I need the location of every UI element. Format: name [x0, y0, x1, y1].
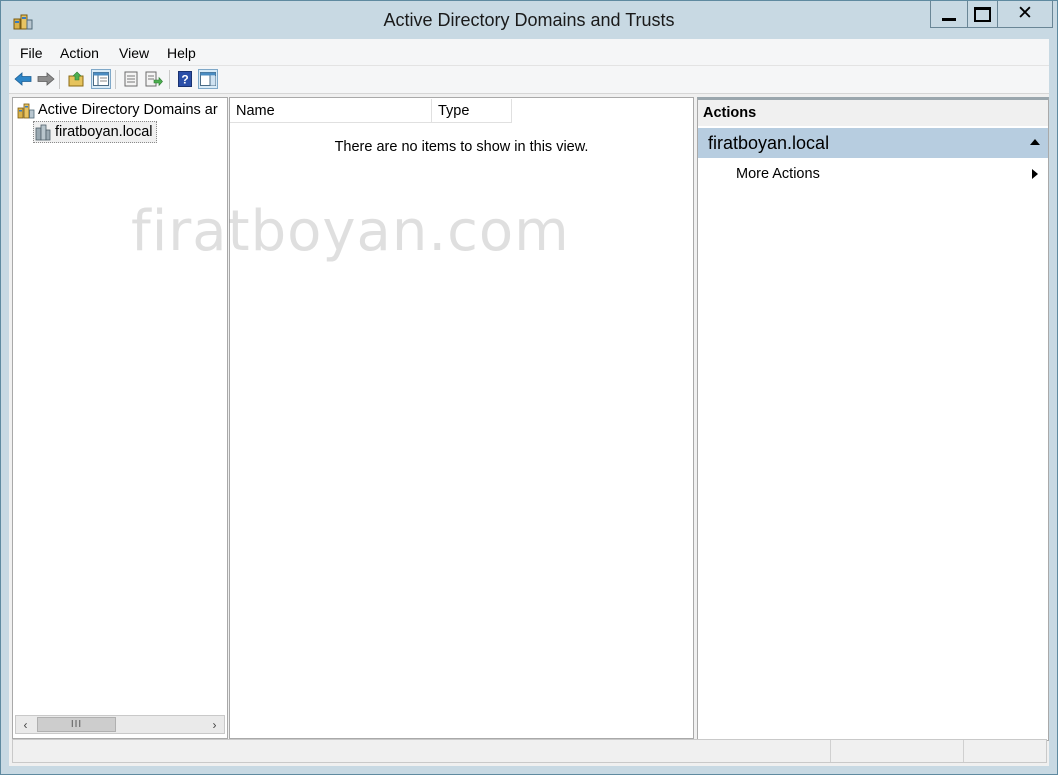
help-button[interactable]: ? [175, 69, 195, 89]
tree-horizontal-scrollbar[interactable]: ‹ III › [15, 715, 225, 734]
status-segment [963, 740, 964, 762]
submenu-arrow-icon[interactable] [1032, 169, 1038, 179]
actions-section-title: firatboyan.local [708, 132, 830, 153]
actions-pane-header: Actions [698, 100, 1048, 126]
actions-pane: Actions firatboyan.local More Actions [697, 97, 1049, 741]
tree-root-label: Active Directory Domains ar [38, 102, 218, 118]
toolbar: ? [9, 66, 1049, 94]
scroll-left-button[interactable]: ‹ [16, 716, 35, 733]
tree-node-domain[interactable]: firatboyan.local [33, 121, 157, 143]
help-icon: ? [178, 71, 192, 87]
column-header-name[interactable]: Name [230, 99, 432, 123]
tree-root-node[interactable]: Active Directory Domains ar [17, 101, 227, 119]
domains-trusts-icon [17, 103, 35, 118]
menu-help[interactable]: Help [167, 45, 196, 61]
up-folder-icon [68, 71, 84, 87]
toolbar-separator [59, 70, 60, 89]
window-title: Active Directory Domains and Trusts [383, 10, 675, 30]
scrollbar-thumb[interactable]: III [37, 717, 116, 732]
export-list-button[interactable] [144, 69, 164, 89]
properties-button[interactable] [121, 69, 141, 89]
client-area: File Action View Help ? Active Directory… [9, 39, 1049, 766]
menu-file[interactable]: File [20, 45, 43, 61]
tree-node-domain-label: firatboyan.local [55, 124, 153, 140]
forward-button[interactable] [36, 69, 56, 89]
more-actions-item[interactable]: More Actions [736, 166, 820, 182]
back-button[interactable] [13, 69, 33, 89]
forward-arrow-icon [37, 72, 55, 86]
up-one-level-button[interactable] [67, 69, 87, 89]
console-tree-pane[interactable]: Active Directory Domains ar firatboyan.l… [12, 97, 228, 739]
status-bar [12, 739, 1047, 763]
menu-bar: File Action View Help [9, 39, 1049, 66]
chevron-right-icon: › [212, 717, 217, 732]
show-hide-action-pane-button[interactable] [198, 69, 218, 89]
show-hide-action-pane-icon [200, 72, 216, 86]
app-window: Active Directory Domains and Trusts ✕ Fi… [0, 0, 1058, 775]
grip-icon: III [70, 719, 83, 730]
collapse-arrow-icon[interactable] [1030, 139, 1040, 145]
back-arrow-icon [14, 72, 32, 86]
actions-section-header[interactable]: firatboyan.local [698, 128, 1048, 158]
menu-view[interactable]: View [119, 45, 149, 61]
window-controls: ✕ [930, 1, 1053, 29]
maximize-icon [974, 6, 991, 22]
empty-list-message: There are no items to show in this view. [334, 139, 589, 155]
show-hide-console-tree-button[interactable] [91, 69, 111, 89]
maximize-button[interactable] [967, 1, 997, 28]
scroll-right-button[interactable]: › [205, 716, 224, 733]
close-button[interactable]: ✕ [997, 1, 1053, 28]
menu-action[interactable]: Action [60, 45, 99, 61]
show-hide-console-tree-icon [93, 72, 109, 86]
properties-icon [124, 71, 138, 87]
toolbar-separator [169, 70, 170, 89]
toolbar-separator [115, 70, 116, 89]
minimize-button[interactable] [930, 1, 967, 28]
title-bar[interactable]: Active Directory Domains and Trusts ✕ [1, 1, 1057, 39]
status-segment [830, 740, 831, 762]
svg-text:?: ? [181, 73, 188, 87]
results-list-pane[interactable]: Name Type There are no items to show in … [229, 97, 694, 739]
close-icon: ✕ [1017, 2, 1033, 24]
domain-icon [35, 124, 51, 140]
chevron-left-icon: ‹ [23, 717, 28, 732]
minimize-icon [942, 17, 956, 21]
export-list-icon [145, 71, 163, 87]
column-header-type[interactable]: Type [432, 99, 512, 123]
